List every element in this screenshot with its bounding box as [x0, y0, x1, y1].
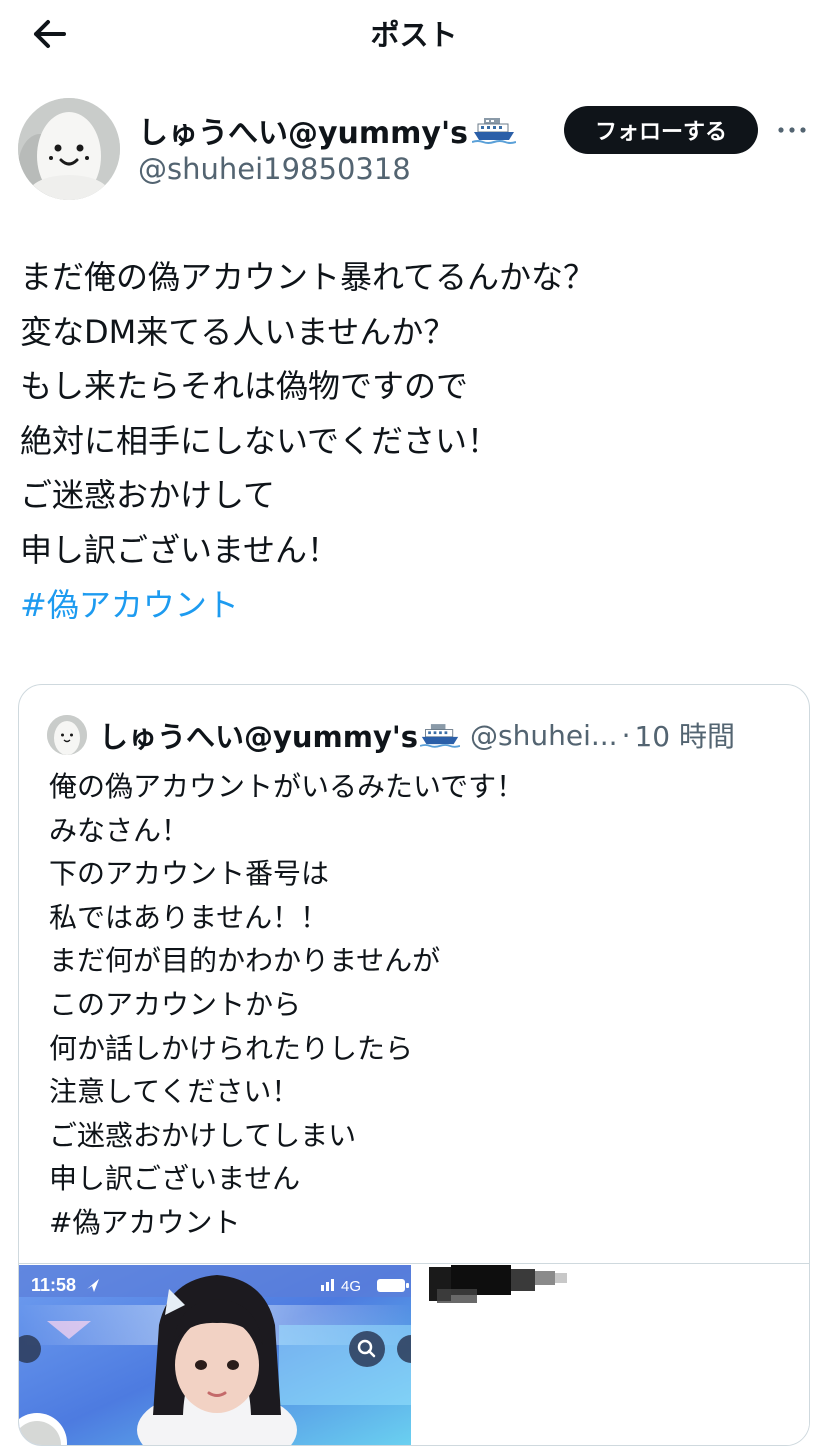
post-line: ご迷惑おかけして [20, 476, 276, 515]
quoted-line: みなさん！ [49, 813, 190, 847]
media-image-redacted[interactable] [419, 1265, 809, 1445]
author-handle[interactable]: @shuhei19850318 [138, 152, 411, 186]
quoted-line: 申し訳ございません [49, 1162, 301, 1196]
quoted-hashtag: #偽アカウント [49, 1205, 241, 1239]
follow-button[interactable]: フォローする [564, 106, 758, 154]
quoted-line: 俺の偽アカウントがいるみたいです！ [49, 770, 525, 803]
quoted-post[interactable]: しゅうへい@yummy's @shuhei... · 10 時間 俺の偽アカウン… [18, 684, 810, 1446]
page-title: ポスト [370, 18, 458, 52]
media-divider [19, 1263, 809, 1264]
quoted-line: まだ何が目的かわかりませんが [49, 944, 441, 978]
post-line: 絶対に相手にしないでください！ [20, 421, 500, 460]
quoted-line: 何か話しかけられたりしたら [49, 1031, 414, 1065]
quoted-line: 注意してください！ [49, 1075, 300, 1109]
quoted-post-text: 俺の偽アカウントがいるみたいです！ みなさん！ 下のアカウント番号は 私ではあり… [49, 765, 789, 1245]
post-line: 申し訳ございません！ [20, 530, 340, 569]
ship-icon [419, 721, 461, 749]
top-bar: ポスト [0, 0, 828, 64]
hashtag-link[interactable]: #偽アカウント [20, 578, 810, 633]
more-button[interactable] [774, 116, 810, 144]
quoted-author-avatar [47, 715, 87, 755]
search-icon [349, 1331, 385, 1367]
status-network: 4G [341, 1278, 361, 1295]
quoted-display-name: しゅうへい@yummy's [99, 720, 419, 754]
quoted-line: 下のアカウント番号は [49, 857, 330, 891]
post-line: まだ俺の偽アカウント暴れてるんかな？ [20, 258, 596, 296]
post-text: まだ俺の偽アカウント暴れてるんかな？ 変なDM来てる人いませんか？ もし来たらそ… [20, 250, 810, 632]
author-display-name[interactable]: しゅうへい@yummy's [138, 108, 468, 152]
author-avatar[interactable] [18, 98, 120, 200]
quoted-line: ご迷惑おかけしてしまい [49, 1118, 357, 1152]
ship-icon [471, 115, 517, 145]
quoted-line: このアカウントから [49, 987, 302, 1021]
author-name-row[interactable]: しゅうへい@yummy's [138, 108, 517, 152]
battery-icon [377, 1279, 409, 1292]
separator-dot: · [621, 718, 631, 752]
quoted-line: 私ではありません！！ [49, 900, 329, 934]
post-line: もし来たらそれは偽物ですので [20, 367, 469, 406]
status-time: 11:58 [31, 1275, 76, 1295]
quoted-handle: @shuhei... [470, 718, 618, 752]
more-icon [778, 127, 806, 133]
post-line: 変なDM来てる人いませんか？ [20, 312, 456, 351]
quoted-timestamp: 10 時間 [634, 720, 736, 753]
quoted-post-header: しゅうへい@yummy's @shuhei... · 10 時間 [47, 715, 735, 755]
media-image-screenshot[interactable]: 11:58 4G [19, 1265, 411, 1445]
